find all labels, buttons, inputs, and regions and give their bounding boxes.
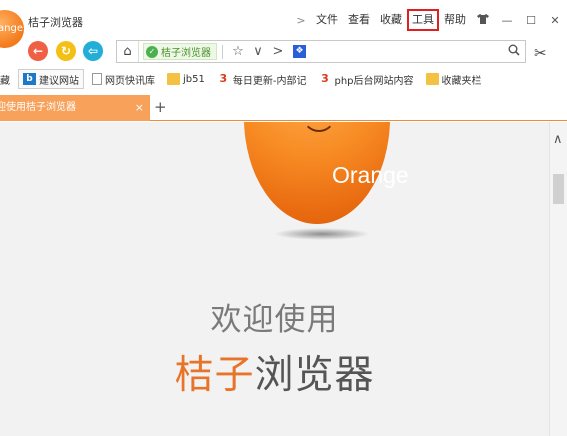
- back-button[interactable]: ←: [28, 41, 48, 61]
- bookmark-label: 每日更新-内部记: [232, 75, 307, 87]
- brand-rest: 浏览器: [254, 353, 375, 398]
- orange-label: Orange: [332, 162, 409, 188]
- tab-label: 迎使用桔子浏览器: [0, 102, 76, 113]
- menu-file[interactable]: 文件: [311, 11, 343, 29]
- menu-bar: > 文件 查看 收藏 工具 帮助 — ☐ ✕: [291, 9, 567, 31]
- bookmark-item[interactable]: jb51: [163, 69, 209, 89]
- brand-heading: 桔子浏览器: [0, 344, 549, 400]
- welcome-heading: 欢迎使用: [210, 302, 339, 338]
- bookmark-label: 建议网站: [39, 75, 79, 87]
- bookmark-item[interactable]: 网页快讯库: [88, 69, 159, 89]
- bookmark-item[interactable]: 3 php后台网站内容: [314, 69, 417, 89]
- tab-bar: 迎使用桔子浏览器 × +: [0, 93, 567, 121]
- scissors-icon[interactable]: ✂: [534, 44, 547, 62]
- tshirt-icon[interactable]: [471, 13, 495, 27]
- orange-shadow: [274, 228, 370, 240]
- minimize-button[interactable]: —: [495, 14, 519, 27]
- bookmark-label: php后台网站内容: [334, 75, 414, 87]
- menu-help[interactable]: 帮助: [439, 11, 471, 29]
- address-bar[interactable]: ⌂ ✓ 桔子浏览器 ☆ ∨ > ❖: [116, 40, 526, 63]
- bookmark-item[interactable]: 藏: [0, 69, 14, 89]
- brand-accent: 桔子: [174, 353, 255, 398]
- bookmark-item[interactable]: b 建议网站: [18, 69, 84, 89]
- window-title: 桔子浏览器: [28, 16, 83, 29]
- close-tab-icon[interactable]: ×: [135, 95, 144, 121]
- menu-tools[interactable]: 工具: [407, 9, 439, 31]
- home-button[interactable]: ⌂: [117, 41, 139, 62]
- scroll-up-icon[interactable]: ∧: [553, 132, 563, 147]
- undo-close-tab-button[interactable]: ⇦: [83, 41, 103, 61]
- bookmark-label: jb51: [183, 73, 205, 85]
- bookmark-label: 藏: [0, 75, 10, 87]
- navigation-bar: ← ↻ ⇦ ⌂ ✓ 桔子浏览器 ☆ ∨ > ❖ ✂: [0, 36, 567, 66]
- forward-chevron-icon[interactable]: >: [268, 44, 288, 59]
- star-icon[interactable]: ☆: [228, 44, 248, 59]
- maximize-button[interactable]: ☐: [519, 14, 543, 27]
- folder-icon: [425, 73, 439, 85]
- address-divider: [222, 44, 223, 59]
- menu-favorites[interactable]: 收藏: [375, 11, 407, 29]
- tab-welcome[interactable]: 迎使用桔子浏览器 ×: [0, 95, 150, 121]
- 3-icon: 3: [321, 72, 329, 85]
- page-content: Orange 欢迎使用 桔子浏览器: [0, 122, 549, 436]
- baidu-paw-icon[interactable]: ❖: [293, 45, 306, 58]
- shield-icon: ✓: [146, 45, 158, 58]
- bookmark-label: 收藏夹栏: [441, 75, 482, 87]
- folder-icon: [167, 73, 180, 85]
- search-icon[interactable]: [503, 44, 525, 60]
- menu-collapse-chevron-icon[interactable]: >: [291, 14, 311, 27]
- close-button[interactable]: ✕: [543, 14, 567, 27]
- bookmark-label: 网页快讯库: [105, 75, 155, 87]
- b-icon: b: [23, 73, 36, 85]
- new-tab-button[interactable]: +: [154, 98, 167, 116]
- scroll-thumb[interactable]: [553, 174, 564, 204]
- site-badge-label: 桔子浏览器: [161, 48, 211, 59]
- bookmark-item[interactable]: 收藏夹栏: [422, 69, 486, 89]
- vertical-scrollbar[interactable]: ∧: [549, 122, 567, 436]
- dropdown-chevron-icon[interactable]: ∨: [248, 44, 268, 59]
- site-badge[interactable]: ✓ 桔子浏览器: [143, 43, 217, 60]
- refresh-button[interactable]: ↻: [56, 41, 76, 61]
- menu-view[interactable]: 查看: [343, 11, 375, 29]
- bookmark-item[interactable]: 3 每日更新-内部记: [213, 69, 311, 89]
- bookmarks-bar: 藏 b 建议网站 网页快讯库 jb51 3 每日更新-内部记 3 php后台网站…: [0, 68, 567, 90]
- 3-icon: 3: [219, 72, 228, 85]
- title-bar: Orange 桔子浏览器 > 文件 查看 收藏 工具 帮助 — ☐ ✕: [0, 0, 567, 48]
- page-icon: [92, 73, 102, 85]
